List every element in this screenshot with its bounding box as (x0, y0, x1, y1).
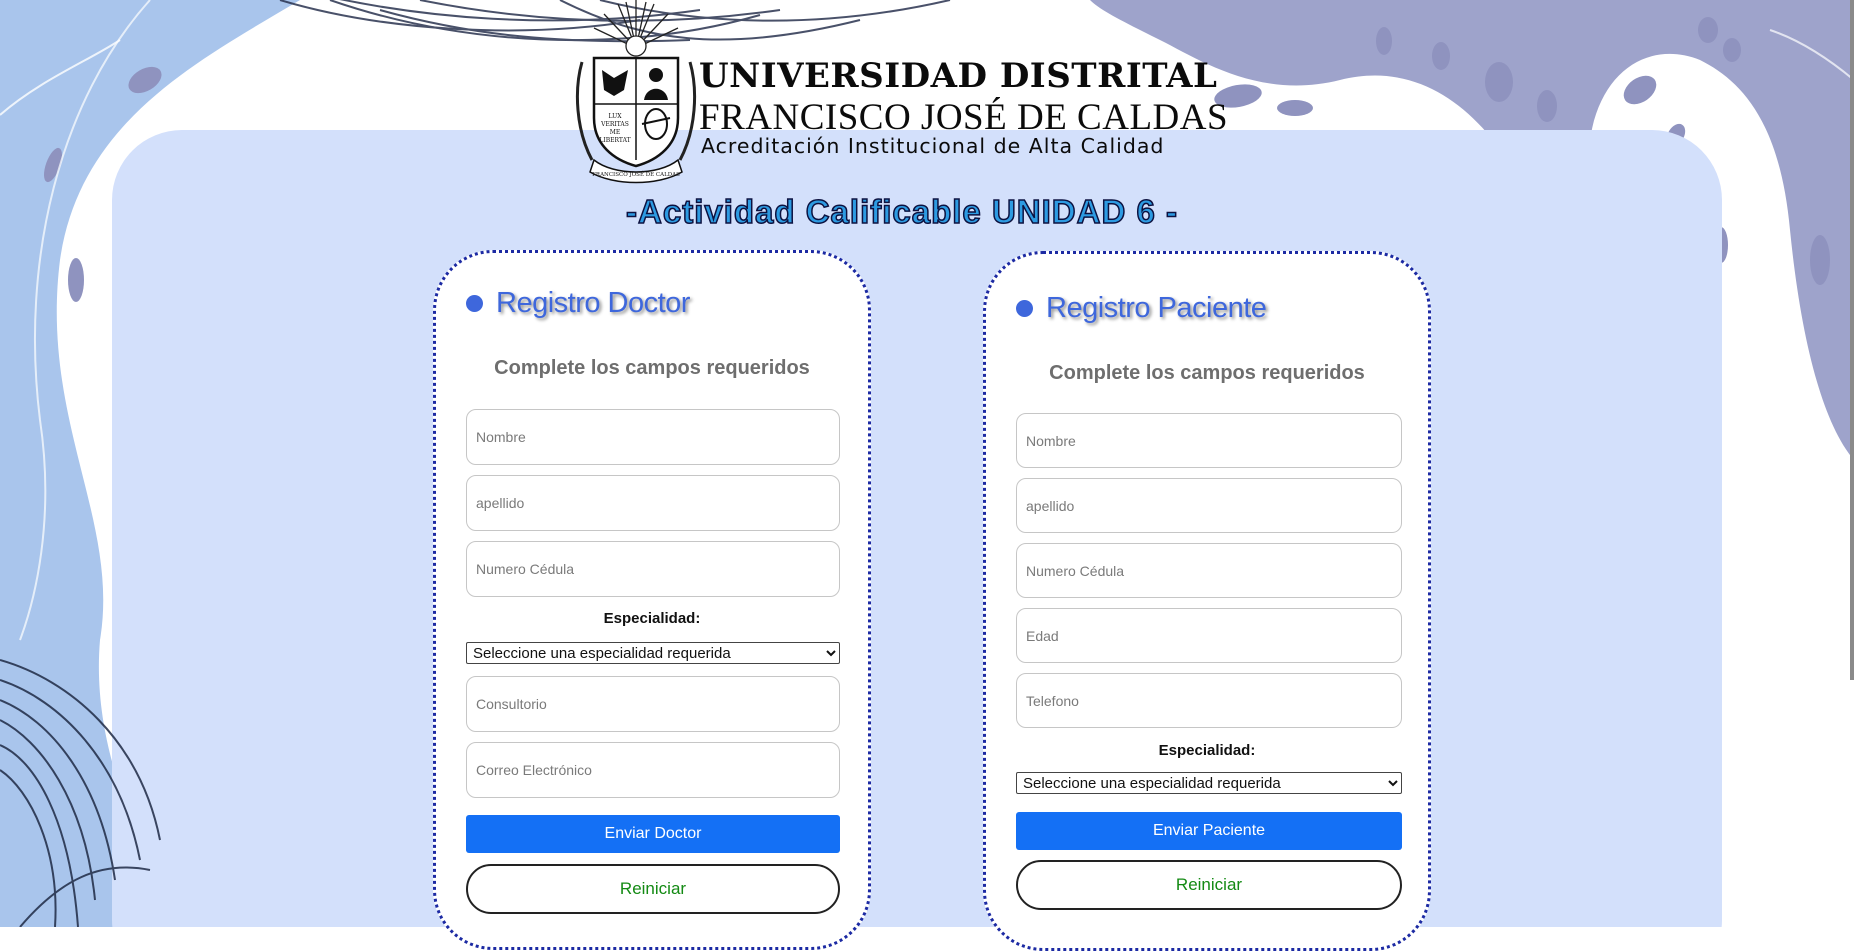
doctor-nombre-input[interactable] (466, 409, 840, 465)
doctor-cedula-input[interactable] (466, 541, 840, 597)
doctor-form-heading: Registro Doctor (466, 287, 690, 320)
reiniciar-paciente-button[interactable]: Reiniciar (1016, 860, 1402, 910)
doctor-especialidad-label: Especialidad: (603, 610, 701, 627)
seal-text-libertat: LIBERTAT (599, 137, 630, 144)
seal-text-veritas: VERITAS (600, 121, 629, 128)
paciente-cedula-input[interactable] (1016, 543, 1402, 598)
doctor-apellido-input[interactable] (466, 475, 840, 531)
doctor-form-subtitle: Complete los campos requeridos (494, 357, 810, 379)
paciente-especialidad-select[interactable]: Seleccione una especialidad requerida (1016, 772, 1402, 794)
paciente-especialidad-label: Especialidad: (1158, 742, 1256, 759)
university-name-line1: UNIVERSIDAD DISTRITAL (699, 56, 1218, 96)
doctor-form-title: Registro Doctor (496, 287, 690, 319)
university-header: LUX VERITAS ME LIBERTAT FRANCISCO JOSÉ D… (574, 0, 1228, 188)
paciente-apellido-input[interactable] (1016, 478, 1402, 533)
paciente-registration-form: Registro Paciente Complete los campos re… (983, 251, 1431, 951)
page-scrollbar[interactable] (1850, 0, 1854, 680)
bullet-dot-icon (466, 295, 483, 312)
reiniciar-doctor-button[interactable]: Reiniciar (466, 864, 840, 914)
university-name-line2: FRANCISCO JOSÉ DE CALDAS (699, 97, 1229, 138)
enviar-paciente-button[interactable]: Enviar Paciente (1016, 812, 1402, 850)
page-title: -Actividad Calificable UNIDAD 6 - (625, 192, 1178, 231)
paciente-form-subtitle: Complete los campos requeridos (1049, 362, 1365, 384)
accreditation-text: Acreditación Institucional de Alta Calid… (701, 134, 1165, 158)
bullet-dot-icon (1016, 300, 1033, 317)
doctor-correo-input[interactable] (466, 742, 840, 798)
seal-text-lux: LUX (609, 113, 623, 120)
doctor-registration-form: Registro Doctor Complete los campos requ… (433, 250, 871, 950)
paciente-form-title: Registro Paciente (1046, 292, 1267, 324)
enviar-doctor-button[interactable]: Enviar Doctor (466, 815, 840, 853)
paciente-form-heading: Registro Paciente (1016, 292, 1267, 325)
seal-text-me: ME (610, 129, 621, 136)
paciente-edad-input[interactable] (1016, 608, 1402, 663)
doctor-consultorio-input[interactable] (466, 676, 840, 732)
university-seal-logo: LUX VERITAS ME LIBERTAT FRANCISCO JOSÉ D… (575, 0, 697, 184)
paciente-telefono-input[interactable] (1016, 673, 1402, 728)
paciente-nombre-input[interactable] (1016, 413, 1402, 468)
seal-ribbon-text: FRANCISCO JOSÉ DE CALDAS (592, 170, 680, 178)
doctor-especialidad-select[interactable]: Seleccione una especialidad requerida (466, 642, 840, 664)
